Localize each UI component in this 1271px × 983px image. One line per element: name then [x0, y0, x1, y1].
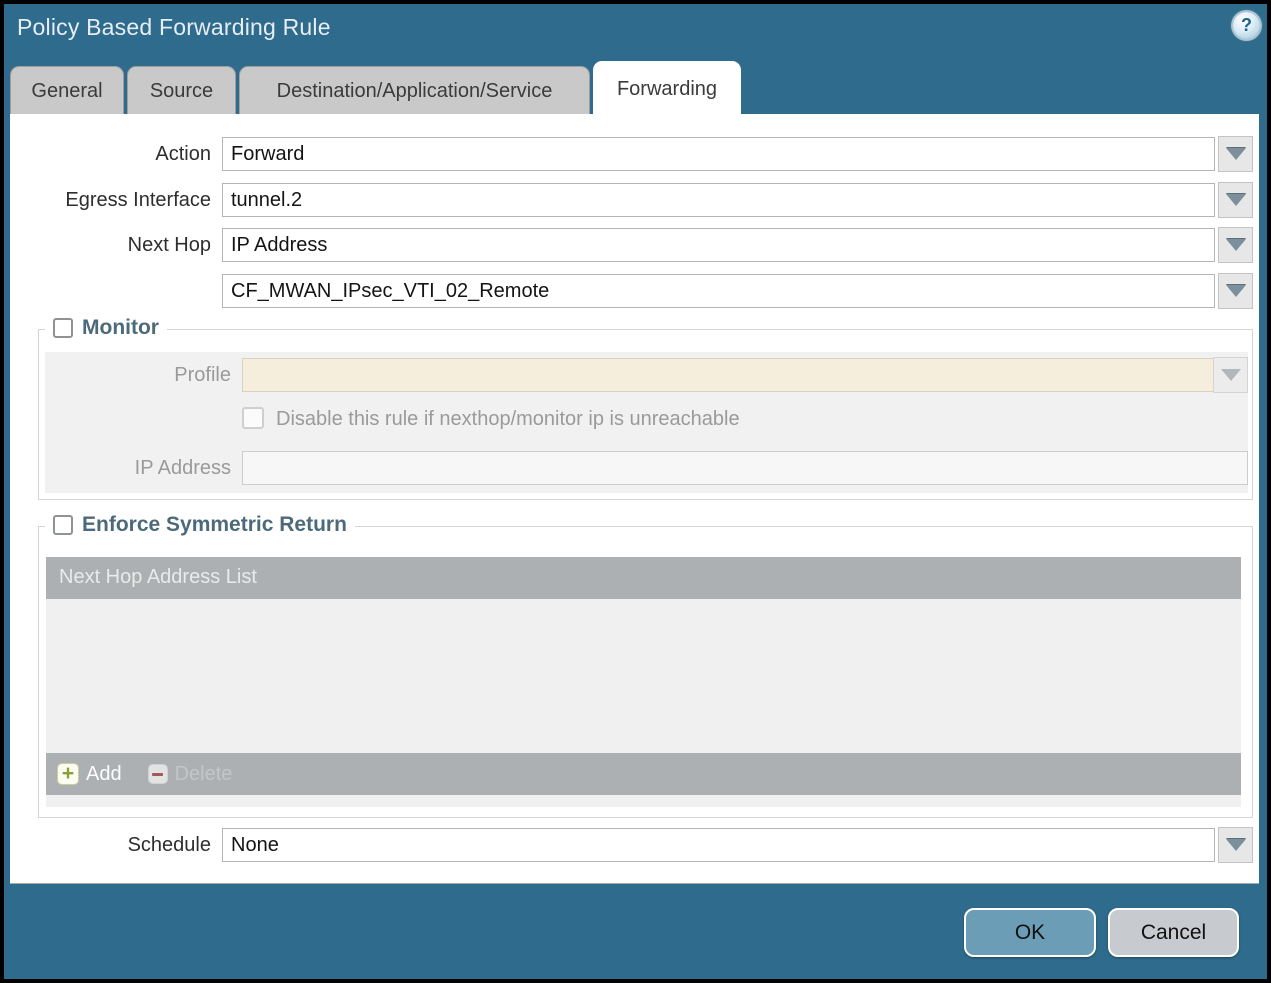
tab-destination-application-service[interactable]: Destination/Application/Service: [239, 66, 590, 114]
enforce-symmetric-return-checkbox[interactable]: [53, 515, 73, 535]
next-hop-label: Next Hop: [11, 228, 211, 262]
profile-label: Profile: [75, 358, 231, 392]
chevron-down-icon: [1226, 239, 1246, 251]
egress-interface-dropdown-button[interactable]: [1218, 182, 1253, 218]
egress-interface-input[interactable]: [222, 183, 1215, 217]
delete-button: Delete: [175, 763, 233, 786]
delete-icon: [148, 764, 168, 784]
monitor-legend: Monitor: [45, 316, 167, 340]
add-button[interactable]: Add: [86, 763, 122, 786]
table-bottom-strip: [46, 795, 1241, 807]
action-label: Action: [11, 137, 211, 171]
next-hop-address-dropdown-button[interactable]: [1218, 273, 1253, 309]
disable-rule-checkbox: [242, 407, 264, 429]
schedule-dropdown-button[interactable]: [1218, 827, 1253, 863]
next-hop-address-list-body[interactable]: [46, 599, 1241, 753]
action-input[interactable]: [222, 137, 1215, 171]
add-icon[interactable]: +: [57, 763, 79, 785]
schedule-input[interactable]: [222, 828, 1215, 862]
pbf-rule-dialog: Policy Based Forwarding Rule ? General S…: [0, 0, 1271, 983]
monitor-ip-address-label: IP Address: [75, 451, 231, 485]
next-hop-address-input[interactable]: [222, 274, 1215, 308]
tab-source[interactable]: Source: [127, 66, 236, 114]
cancel-button[interactable]: Cancel: [1108, 908, 1239, 957]
symmetric-return-section: Enforce Symmetric Return Next Hop Addres…: [38, 526, 1253, 818]
next-hop-address-list-toolbar: + Add Delete: [46, 753, 1241, 795]
symmetric-return-legend: Enforce Symmetric Return: [45, 513, 355, 537]
monitor-body: Profile Disable this rule if nexthop/mon…: [45, 352, 1248, 493]
profile-dropdown-button: [1213, 357, 1248, 393]
monitor-legend-label: Monitor: [82, 316, 159, 340]
next-hop-type-dropdown-button[interactable]: [1218, 227, 1253, 263]
chevron-down-icon: [1226, 194, 1246, 206]
next-hop-address-list-header: Next Hop Address List: [46, 557, 1241, 599]
action-dropdown-button[interactable]: [1218, 136, 1253, 172]
monitor-checkbox[interactable]: [53, 318, 73, 338]
tab-bar: General Source Destination/Application/S…: [10, 62, 744, 114]
chevron-down-icon: [1221, 369, 1241, 381]
tab-general[interactable]: General: [10, 66, 124, 114]
dialog-title: Policy Based Forwarding Rule: [17, 14, 331, 41]
disable-rule-label: Disable this rule if nexthop/monitor ip …: [276, 402, 1036, 436]
chevron-down-icon: [1226, 285, 1246, 297]
schedule-label: Schedule: [11, 828, 211, 862]
profile-input: [242, 358, 1214, 392]
ok-button[interactable]: OK: [964, 908, 1096, 957]
symmetric-return-legend-label: Enforce Symmetric Return: [82, 513, 347, 537]
monitor-ip-address-input: [242, 451, 1248, 485]
tab-forwarding[interactable]: Forwarding: [593, 61, 741, 114]
forwarding-tab-panel: Action Egress Interface Next Hop Monitor: [10, 114, 1259, 884]
help-icon[interactable]: ?: [1233, 12, 1260, 39]
next-hop-type-input[interactable]: [222, 228, 1215, 262]
chevron-down-icon: [1226, 839, 1246, 851]
monitor-section: Monitor Profile Disable this rule if nex…: [38, 329, 1253, 500]
egress-interface-label: Egress Interface: [11, 183, 211, 217]
chevron-down-icon: [1226, 148, 1246, 160]
